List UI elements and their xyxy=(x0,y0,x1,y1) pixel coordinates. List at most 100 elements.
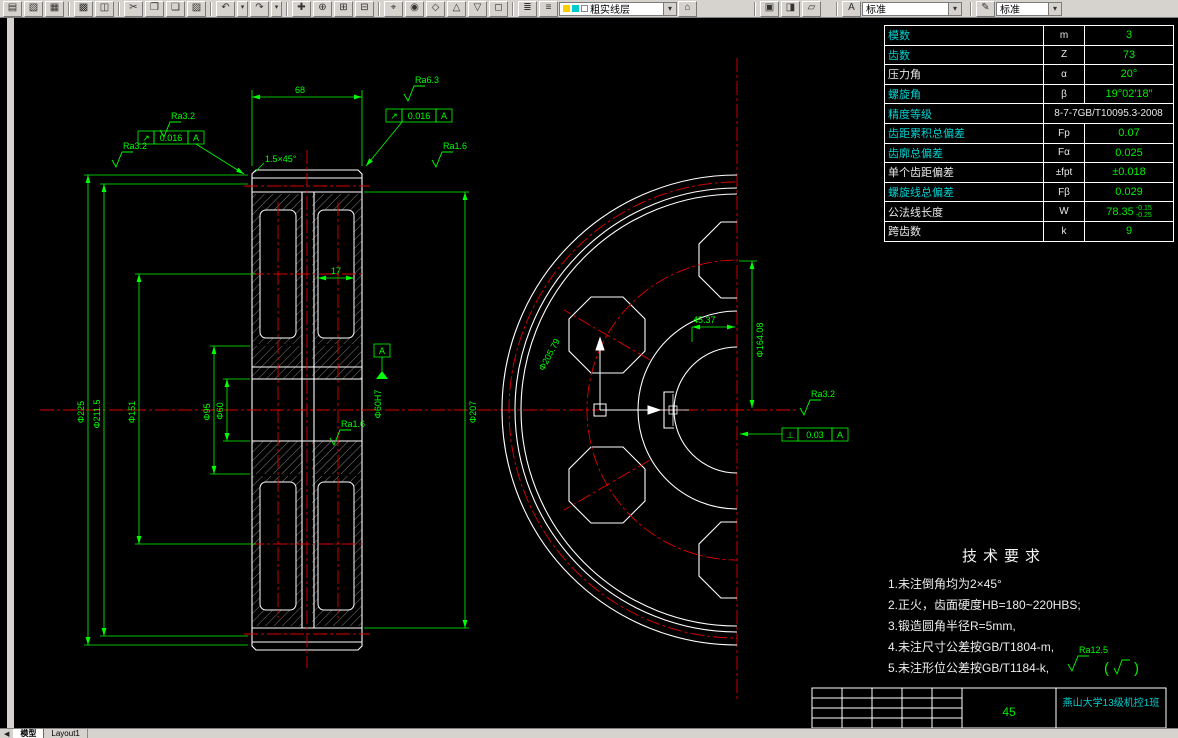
tab-layout1[interactable]: Layout1 xyxy=(44,728,88,738)
param-label: 公法线长度 xyxy=(884,201,1044,222)
save-icon[interactable]: ▦ xyxy=(45,0,64,17)
param-symbol: m xyxy=(1043,25,1085,46)
layer-color-swatch xyxy=(581,5,588,12)
param-label: 单个齿距偏差 xyxy=(884,162,1044,183)
toolbar-separator xyxy=(836,1,838,16)
cad-window: ▤ ▧ ▦ ▩ ◫ ✂ ❐ ❏ ▨ ↶ ▾ ↷ ▾ ✚ ⊕ ⊞ ⊟ ⌖ ◉ ◇ … xyxy=(0,0,1178,738)
make-object-layer-icon[interactable]: ⌂ xyxy=(678,0,697,17)
properties-icon[interactable]: ◨ xyxy=(781,0,800,17)
param-symbol: β xyxy=(1043,83,1085,105)
toolbar-separator xyxy=(378,1,380,16)
dim-style-combo[interactable]: 标准 ▾ xyxy=(996,1,1062,16)
open-icon[interactable]: ▧ xyxy=(24,0,43,17)
sf-ra32-a: Ra3.2 xyxy=(171,111,195,121)
param-value: 3 xyxy=(1084,25,1174,46)
plot-preview-icon[interactable]: ◫ xyxy=(95,0,114,17)
pan-icon[interactable]: ✚ xyxy=(292,0,311,17)
current-layer-name: 粗实线层 xyxy=(590,5,630,16)
layer-properties-icon[interactable]: ≡ xyxy=(539,0,558,17)
param-value: 0.07 xyxy=(1084,122,1174,144)
table-row: 螺旋角 β 19°02′18″ xyxy=(884,83,1174,105)
tolerance-frames: ↗ 0.016 A ↗ 0.016 A ⊥ 0.03 A A xyxy=(137,108,849,442)
text-style-icon[interactable]: A xyxy=(842,0,861,17)
sf-ra16-b: Ra1.6 xyxy=(341,419,365,429)
param-label: 模数 xyxy=(884,25,1044,46)
ucs-icon xyxy=(593,336,662,417)
param-value: 78.35 -0.15 -0.25 xyxy=(1084,201,1174,222)
dim-hub: Φ95 xyxy=(202,403,212,420)
dim-style-icon[interactable]: ✎ xyxy=(976,0,995,17)
param-symbol: ±fpt xyxy=(1043,162,1085,183)
layers-icon[interactable]: ≣ xyxy=(518,0,537,17)
square-icon[interactable]: ◻ xyxy=(489,0,508,17)
text-style-combo-arrow[interactable]: ▾ xyxy=(948,2,961,15)
target-icon[interactable]: ⌖ xyxy=(384,0,403,17)
dim-od: Φ225 xyxy=(76,401,86,423)
paste-icon[interactable]: ❏ xyxy=(166,0,185,17)
copy-icon[interactable]: ❐ xyxy=(145,0,164,17)
dim-root: Φ211.5 xyxy=(92,399,102,428)
layer-combo[interactable]: 粗实线层 ▾ xyxy=(559,1,677,16)
title-block-material: 45 xyxy=(1002,705,1016,719)
frame3-symbol: ⊥ xyxy=(786,430,794,440)
redo-icon[interactable]: ↷ xyxy=(250,0,269,17)
text-style-combo[interactable]: 标准 ▾ xyxy=(862,1,962,16)
triangle-down-icon[interactable]: ▽ xyxy=(468,0,487,17)
frame3-datum: A xyxy=(837,430,843,440)
tech-item: 1.未注倒角均为2×45° xyxy=(888,577,1002,591)
param-value: 73 xyxy=(1084,44,1174,66)
param-label: 压力角 xyxy=(884,64,1044,85)
designcenter-icon[interactable]: ▣ xyxy=(760,0,779,17)
layer-freeze-icon xyxy=(572,5,579,12)
centerlines xyxy=(40,58,797,700)
toolbar-separator xyxy=(68,1,70,16)
table-row: 齿距累积总偏差 Fp 0.07 xyxy=(884,122,1174,144)
standard-toolbar: ▤ ▧ ▦ ▩ ◫ ✂ ❐ ❏ ▨ ↶ ▾ ↷ ▾ ✚ ⊕ ⊞ ⊟ ⌖ ◉ ◇ … xyxy=(0,0,1178,18)
undo-icon[interactable]: ↶ xyxy=(216,0,235,17)
tech-item: 5.未注形位公差按GB/T1184-k, xyxy=(888,661,1050,675)
param-value: 8-7-7GB/T10095.3-2008 xyxy=(1043,103,1174,124)
triangle-up-icon[interactable]: △ xyxy=(447,0,466,17)
dim-base-circle: Φ205.79 xyxy=(537,337,562,372)
toolbar-separator xyxy=(512,1,514,16)
drawing-canvas[interactable]: 68 1.5×45° Φ225 Φ211.5 Φ151 Φ95 Φ60 Φ207… xyxy=(14,18,1178,728)
tool-palettes-icon[interactable]: ▱ xyxy=(802,0,821,17)
param-value: 0.025 xyxy=(1084,142,1174,164)
zoom-window-icon[interactable]: ⊞ xyxy=(334,0,353,17)
param-symbol: Fβ xyxy=(1043,181,1085,203)
new-icon[interactable]: ▤ xyxy=(3,0,22,17)
param-label: 齿距累积总偏差 xyxy=(884,122,1044,144)
param-label: 精度等级 xyxy=(884,103,1044,124)
param-label: 螺旋角 xyxy=(884,83,1044,105)
param-value: 0.029 xyxy=(1084,181,1174,203)
tab-model[interactable]: 模型 xyxy=(13,728,45,738)
redo-dropdown-icon[interactable]: ▾ xyxy=(271,0,282,17)
toolbar-separator xyxy=(210,1,212,16)
tab-nav-icon[interactable]: ◀ xyxy=(0,730,13,738)
table-row: 公法线长度 W 78.35 -0.15 -0.25 xyxy=(884,201,1174,222)
toolbar-separator xyxy=(754,1,756,16)
toolbar-separator xyxy=(286,1,288,16)
zoom-realtime-icon[interactable]: ⊕ xyxy=(313,0,332,17)
dim-style-combo-arrow[interactable]: ▾ xyxy=(1048,2,1061,15)
dim-chamfer: 1.5×45° xyxy=(265,154,297,164)
dim-width: 68 xyxy=(295,85,305,95)
param-symbol: k xyxy=(1043,220,1085,242)
undo-dropdown-icon[interactable]: ▾ xyxy=(237,0,248,17)
frame3-value: 0.03 xyxy=(806,430,824,440)
dim-style-value: 标准 xyxy=(1000,5,1020,16)
diamond-icon[interactable]: ◇ xyxy=(426,0,445,17)
plot-icon[interactable]: ▩ xyxy=(74,0,93,17)
param-value: ±0.018 xyxy=(1084,162,1174,183)
circle-icon[interactable]: ◉ xyxy=(405,0,424,17)
tech-title: 技术要求 xyxy=(961,548,1046,565)
param-value: 9 xyxy=(1084,220,1174,242)
rest-mark-close: ) xyxy=(1134,660,1139,677)
dim-hole-circle: Φ151 xyxy=(127,401,137,423)
frame2-value: 0.016 xyxy=(408,111,431,121)
zoom-previous-icon[interactable]: ⊟ xyxy=(355,0,374,17)
toolbar-separator xyxy=(970,1,972,16)
match-properties-icon[interactable]: ▨ xyxy=(187,0,206,17)
cut-icon[interactable]: ✂ xyxy=(124,0,143,17)
layer-combo-arrow[interactable]: ▾ xyxy=(663,2,676,15)
